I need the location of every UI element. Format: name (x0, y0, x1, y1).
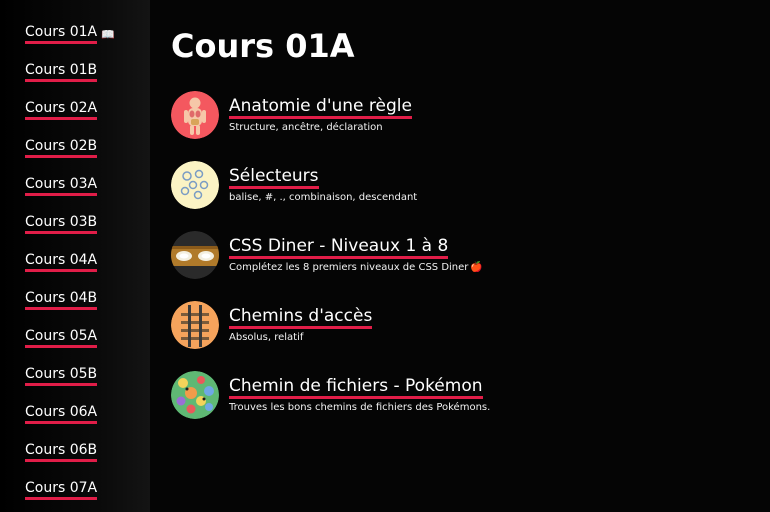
page-title: Cours 01A (171, 27, 355, 65)
course-text: Chemin de fichiers - Pokémon Trouves les… (229, 377, 490, 413)
sidebar-item-cours-04b[interactable]: Cours 04B (25, 291, 98, 310)
course-item-anatomie: Anatomie d'une règle Structure, ancêtre,… (171, 90, 731, 140)
course-text: Anatomie d'une règle Structure, ancêtre,… (229, 97, 412, 133)
course-item-chemins-acces: Chemins d'accès Absolus, relatif (171, 300, 731, 350)
course-title-link[interactable]: Anatomie d'une règle (229, 97, 412, 119)
course-item-selecteurs: Sélecteurs balise, #, ., combinaison, de… (171, 160, 731, 210)
sidebar-item-cours-04a[interactable]: Cours 04A (25, 253, 98, 272)
sidebar-item-label: Cours 02A (25, 101, 98, 120)
sidebar-item-label: Cours 03A (25, 177, 98, 196)
apple-icon: 🍎 (470, 262, 483, 273)
sidebar-item-cours-05b[interactable]: Cours 05B (25, 367, 98, 386)
sidebar-item-cours-07a[interactable]: Cours 07A (25, 481, 98, 500)
sidebar-item-label: Cours 05B (25, 367, 98, 386)
course-text: Sélecteurs balise, #, ., combinaison, de… (229, 167, 417, 203)
course-description: Structure, ancêtre, déclaration (229, 122, 383, 133)
selectors-icon[interactable] (171, 161, 219, 209)
sidebar-item-cours-02a[interactable]: Cours 02A (25, 101, 98, 120)
css-diner-icon[interactable] (171, 231, 219, 279)
sidebar-item-label: Cours 06A (25, 405, 98, 424)
sidebar-item-cours-06b[interactable]: Cours 06B (25, 443, 98, 462)
course-title-link[interactable]: Chemin de fichiers - Pokémon (229, 377, 483, 399)
sidebar-item-label: Cours 01B (25, 63, 98, 82)
anatomy-icon[interactable] (171, 91, 219, 139)
course-title-link[interactable]: Sélecteurs (229, 167, 319, 189)
app-root: Cours 01A 📖 Cours 01B Cours 02A Cours 02… (0, 0, 770, 512)
sidebar-item-cours-02b[interactable]: Cours 02B (25, 139, 98, 158)
sidebar-item-cours-06a[interactable]: Cours 06A (25, 405, 98, 424)
railroad-icon[interactable] (171, 301, 219, 349)
sidebar-item-label: Cours 05A (25, 329, 98, 348)
book-open-icon: 📖 (101, 28, 115, 41)
sidebar-item-label: Cours 06B (25, 443, 98, 462)
course-title-link[interactable]: CSS Diner - Niveaux 1 à 8 (229, 237, 449, 259)
course-text: CSS Diner - Niveaux 1 à 8 Complétez les … (229, 237, 483, 273)
course-text: Chemins d'accès Absolus, relatif (229, 307, 373, 343)
sidebar-item-cours-01a[interactable]: Cours 01A 📖 (25, 25, 115, 44)
course-title-link[interactable]: Chemins d'accès (229, 307, 373, 329)
sidebar-item-label: Cours 01A (25, 25, 98, 44)
sidebar-item-label: Cours 02B (25, 139, 98, 158)
course-description: Absolus, relatif (229, 332, 304, 343)
sidebar-item-cours-01b[interactable]: Cours 01B (25, 63, 98, 82)
course-description-text: Complétez les 8 premiers niveaux de CSS … (229, 262, 469, 273)
sidebar-item-label: Cours 03B (25, 215, 98, 234)
course-description: balise, #, ., combinaison, descendant (229, 192, 418, 203)
sidebar-item-cours-03b[interactable]: Cours 03B (25, 215, 98, 234)
sidebar-item-label: Cours 07A (25, 481, 98, 500)
course-description: Complétez les 8 premiers niveaux de CSS … (229, 262, 483, 273)
pokemon-icon[interactable] (171, 371, 219, 419)
sidebar-item-cours-05a[interactable]: Cours 05A (25, 329, 98, 348)
sidebar-item-cours-03a[interactable]: Cours 03A (25, 177, 98, 196)
sidebar: Cours 01A 📖 Cours 01B Cours 02A Cours 02… (0, 0, 150, 512)
course-description: Trouves les bons chemins de fichiers des… (229, 402, 491, 413)
sidebar-item-label: Cours 04A (25, 253, 98, 272)
course-item-pokemon: Chemin de fichiers - Pokémon Trouves les… (171, 370, 731, 420)
sidebar-item-label: Cours 04B (25, 291, 98, 310)
course-item-css-diner: CSS Diner - Niveaux 1 à 8 Complétez les … (171, 230, 731, 280)
